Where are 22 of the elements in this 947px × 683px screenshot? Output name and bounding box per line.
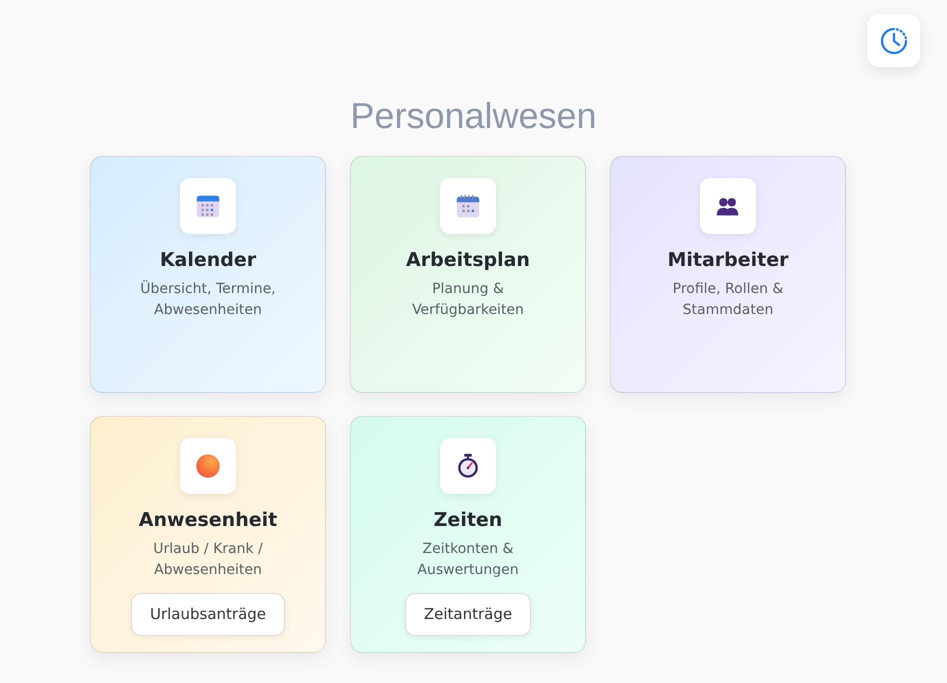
calendar-icon	[454, 192, 482, 220]
history-icon	[878, 26, 908, 56]
page-title: Personalwesen	[349, 94, 598, 138]
module-card[interactable]: Zeiten Zeitkonten & Auswertungen Zeitanträge	[350, 416, 586, 653]
card-title: Anwesenheit	[138, 508, 278, 533]
history-button[interactable]	[867, 14, 920, 67]
module-card[interactable]: Anwesenheit Urlaub / Krank / Abwesenheiten Urlaubsanträge	[90, 416, 326, 653]
card-description: Übersicht, Termine, Abwesenheiten	[139, 279, 277, 320]
card-title: Arbeitsplan	[406, 248, 530, 273]
requests-button[interactable]: Urlaubsanträge	[130, 593, 286, 636]
circle-icon	[194, 452, 222, 480]
card-description: Profile, Rollen & Stammdaten	[672, 280, 784, 320]
card-description: Zeitkonten & Auswertungen	[416, 540, 520, 580]
card-description: Planung & Verfügbarkeiten	[411, 280, 525, 320]
module-card[interactable]: Arbeitsplan Planung & Verfügbarkeiten	[350, 156, 586, 393]
card-title: Zeiten	[434, 508, 502, 533]
card-description: Urlaub / Krank / Abwesenheiten	[152, 540, 264, 580]
module-card[interactable]: Kalender Übersicht, Termine, Abwesenheiten	[90, 156, 326, 393]
module-card[interactable]: Mitarbeiter Profile, Rollen & Stammdaten	[610, 156, 846, 393]
card-title: Mitarbeiter	[667, 248, 789, 273]
requests-button[interactable]: Zeitanträge	[404, 593, 532, 636]
card-title: Kalender	[160, 248, 256, 273]
